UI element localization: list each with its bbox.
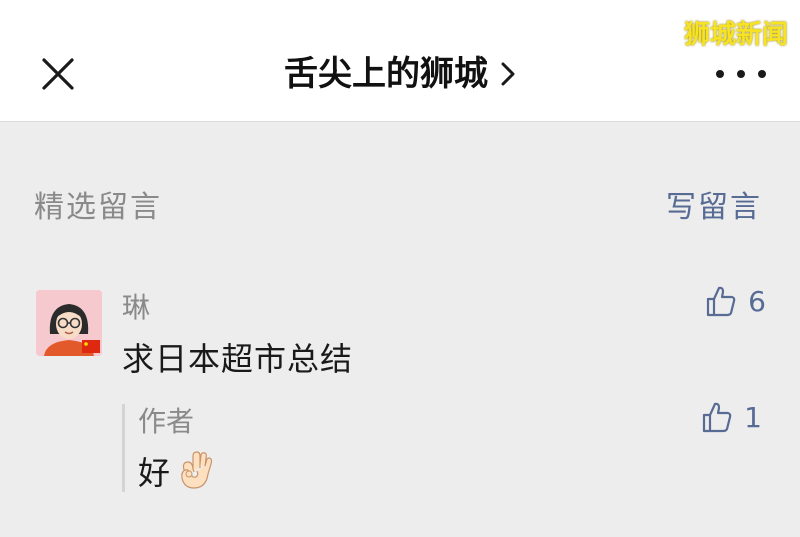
more-icon-dot xyxy=(758,70,766,78)
avatar[interactable] xyxy=(36,290,102,356)
reply-like-button[interactable]: 1 xyxy=(700,400,762,434)
title-container: 舌尖上的狮城 xyxy=(0,48,800,100)
page-title: 舌尖上的狮城 xyxy=(284,54,488,94)
thumbs-up-icon xyxy=(703,402,732,433)
more-options-button[interactable] xyxy=(716,60,766,88)
reply-divider xyxy=(122,404,125,492)
like-count: 6 xyxy=(748,284,766,318)
top-navigation-bar: 舌尖上的狮城 狮城新闻 xyxy=(0,0,800,122)
commenter-name[interactable]: 琳 xyxy=(122,286,150,326)
more-icon xyxy=(716,70,724,78)
like-button[interactable]: 6 xyxy=(704,284,766,318)
more-icon-dot xyxy=(737,70,745,78)
reply-text: 好 xyxy=(138,448,216,494)
ok-hand-emoji xyxy=(181,451,213,489)
watermark: 狮城新闻 xyxy=(683,20,788,50)
thumbs-up-icon xyxy=(707,286,736,317)
reply-author-label: 作者 xyxy=(138,405,195,438)
write-comment-link[interactable]: 写留言 xyxy=(666,182,762,226)
section-title: 精选留言 xyxy=(34,190,162,225)
comment-text: 求日本超市总结 xyxy=(122,340,354,378)
reply-like-count: 1 xyxy=(744,400,762,434)
reply-text-content: 好 xyxy=(138,454,171,492)
avatar-image xyxy=(36,290,102,356)
chevron-right-icon xyxy=(501,62,515,86)
account-title-link[interactable]: 舌尖上的狮城 xyxy=(284,48,516,100)
